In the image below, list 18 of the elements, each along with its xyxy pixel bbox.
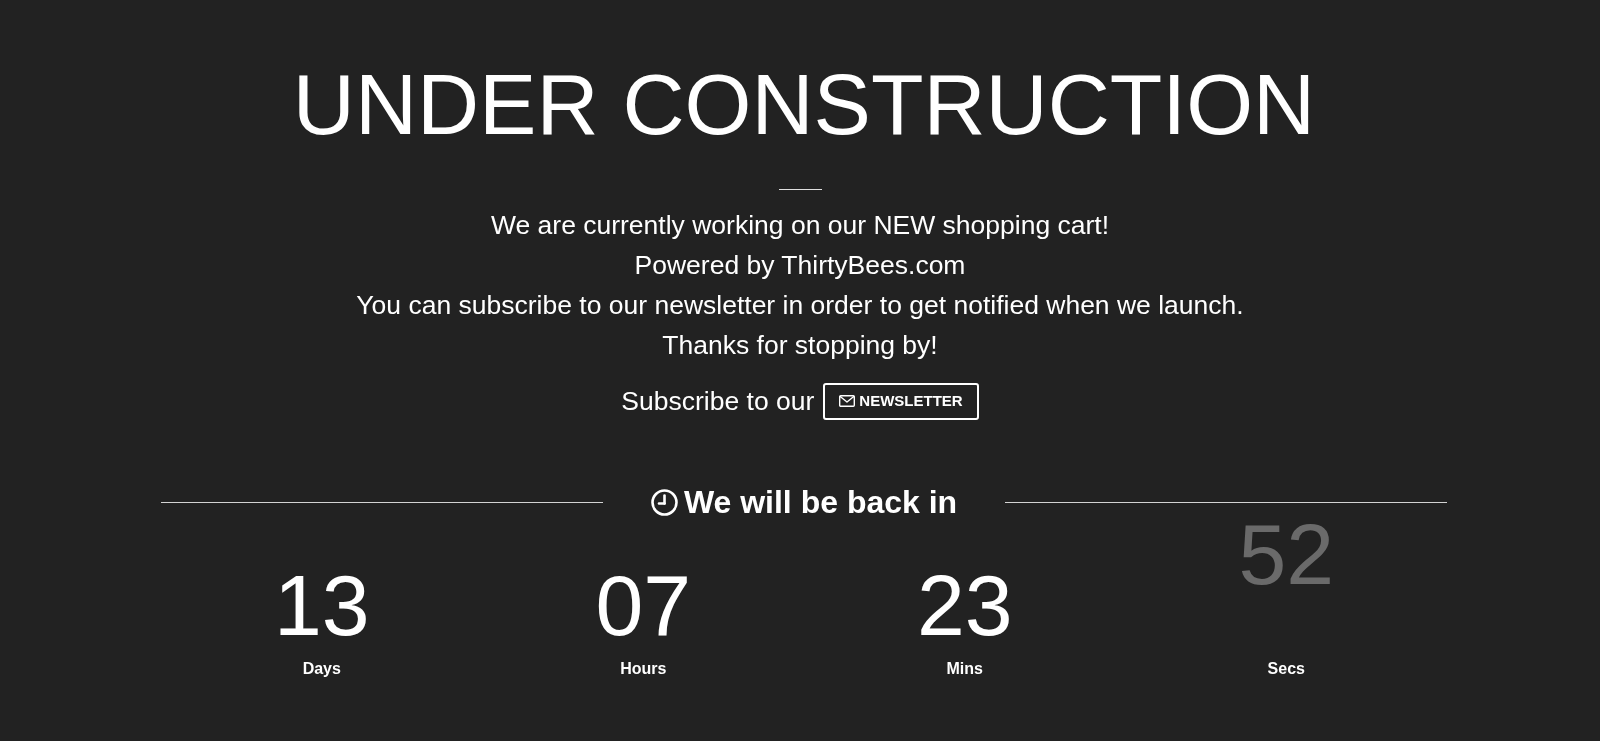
countdown-number: 07 xyxy=(595,562,692,648)
countdown-number: 23 xyxy=(916,562,1013,648)
countdown-heading: We will be back in xyxy=(683,484,958,520)
countdown-label: Secs xyxy=(1267,659,1305,679)
newsletter-button[interactable]: NEWSLETTER xyxy=(823,382,979,420)
subscribe-text: Subscribe to our xyxy=(621,385,815,418)
countdown-number: 13 xyxy=(273,562,370,648)
message-text: You can subscribe to our newsletter in order to get notified when we launch. xyxy=(356,289,1244,322)
page-title: UNDER CONSTRUCTION xyxy=(292,61,1316,147)
clock-icon xyxy=(650,488,678,516)
countdown-label: Days xyxy=(302,659,341,679)
envelope-icon xyxy=(839,395,856,407)
countdown-label: Mins xyxy=(946,659,983,679)
message-text: We are currently working on our NEW shopping cart! xyxy=(490,209,1110,242)
countdown-number: 52 xyxy=(1238,511,1335,597)
message-text: Powered by ThirtyBees.com xyxy=(634,249,966,282)
countdown-label: Hours xyxy=(620,659,667,679)
message-text: Thanks for stopping by! xyxy=(662,329,938,362)
